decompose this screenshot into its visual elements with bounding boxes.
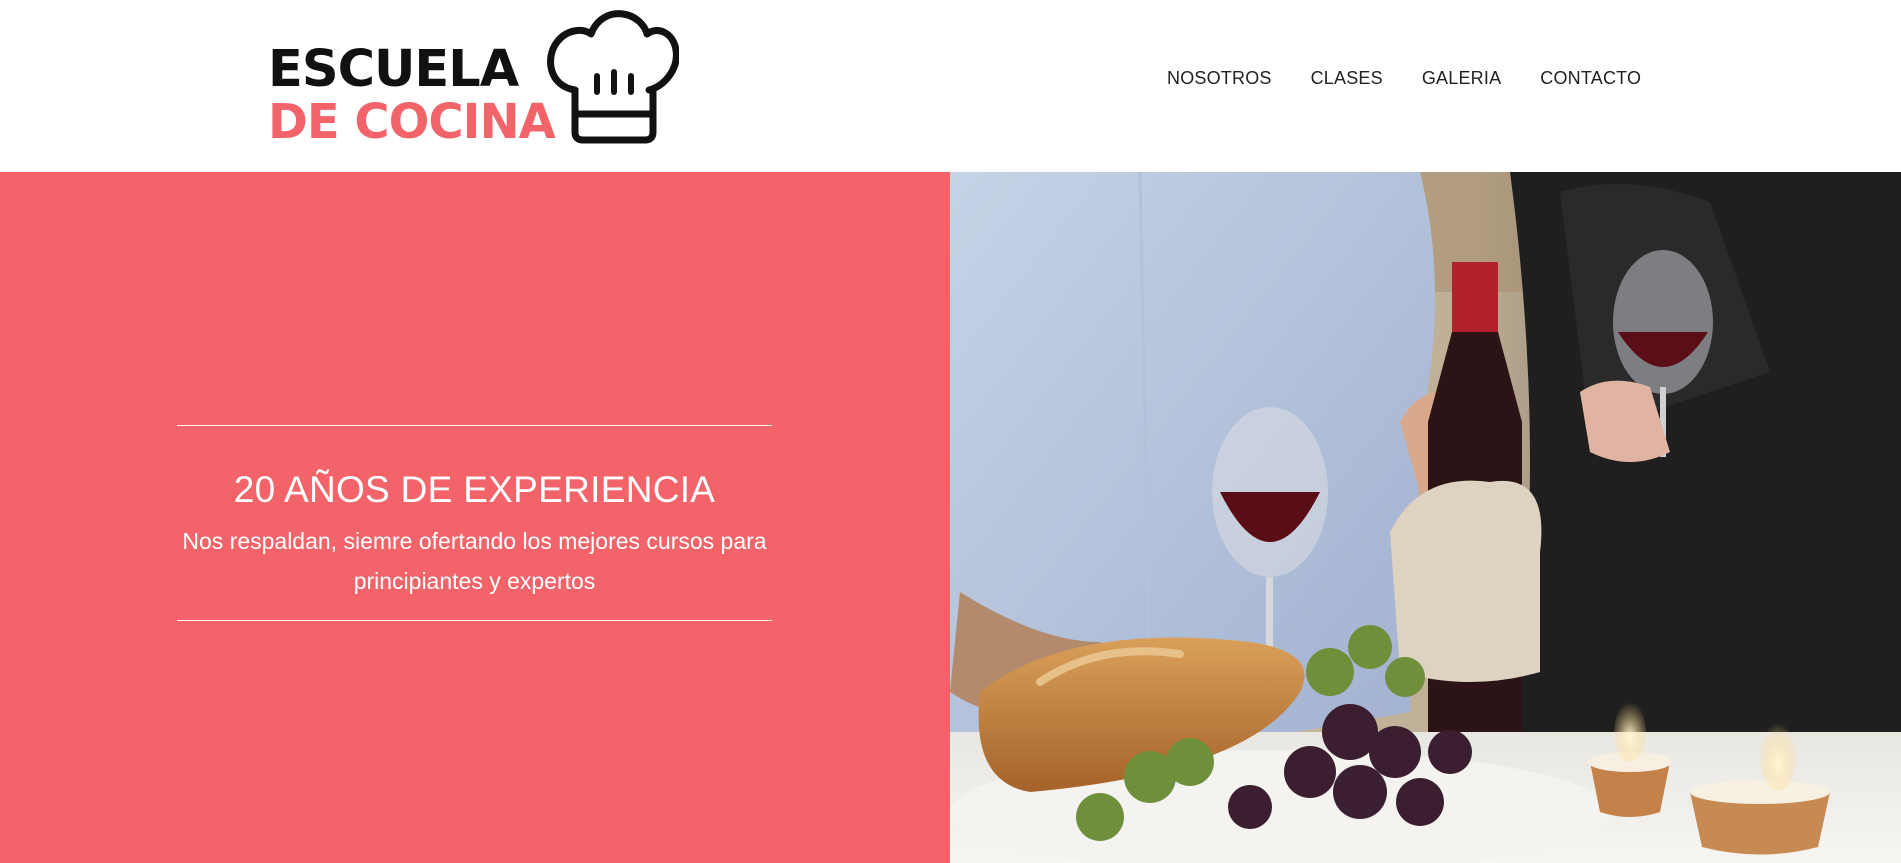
hero-photo: [950, 172, 1901, 863]
nav-item-nosotros[interactable]: NOSOTROS: [1167, 68, 1272, 89]
hero-title: 20 AÑOS DE EXPERIENCIA: [233, 468, 716, 510]
wine-bread-grapes-photo: [950, 172, 1901, 863]
hero-text-panel: 20 AÑOS DE EXPERIENCIA Nos respaldan, si…: [0, 172, 950, 863]
hero-divider-top: [177, 425, 772, 426]
chef-hat-icon: [547, 10, 679, 144]
hero-divider-bottom: [177, 620, 772, 621]
site-header: ESCUELA DE COCINA NOSOTROS CLASES GALERI…: [0, 0, 1901, 172]
nav-item-contacto[interactable]: CONTACTO: [1540, 68, 1641, 89]
logo-line-escuela: ESCUELA: [268, 40, 519, 99]
hero-section: 20 AÑOS DE EXPERIENCIA Nos respaldan, si…: [0, 172, 1901, 863]
nav-item-clases[interactable]: CLASES: [1311, 68, 1383, 89]
nav-item-galeria[interactable]: GALERIA: [1422, 68, 1501, 89]
main-nav: NOSOTROS CLASES GALERIA CONTACTO: [1167, 68, 1641, 89]
hero-description: Nos respaldan, siemre ofertando los mejo…: [182, 528, 767, 594]
site-logo[interactable]: ESCUELA DE COCINA: [268, 10, 679, 150]
logo-line-de-cocina: DE COCINA: [268, 94, 556, 150]
